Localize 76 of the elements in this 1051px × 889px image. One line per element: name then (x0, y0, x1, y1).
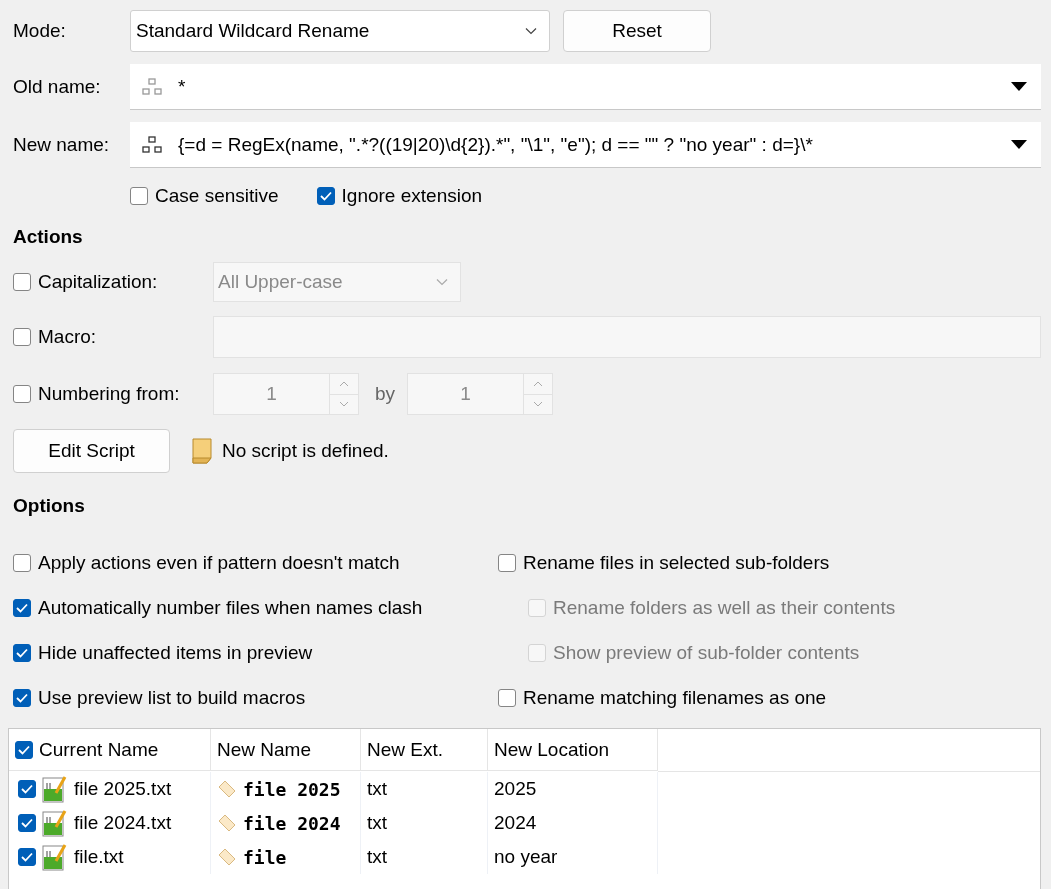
checkbox-label: Rename folders as well as their contents (553, 596, 896, 619)
checkbox-label: Macro: (38, 326, 97, 348)
checkmark-icon (16, 692, 28, 703)
checkbox-label: Rename matching filenames as one (523, 686, 827, 709)
edit-script-button[interactable]: Edit Script (13, 429, 170, 473)
checkmark-icon (16, 602, 28, 613)
table-cell: file 2025.txt (9, 772, 211, 806)
table-cell: txt (361, 806, 488, 840)
text-file-icon (42, 809, 68, 837)
table-cell: 2025 (488, 772, 658, 806)
field-label: Mode: (13, 20, 67, 42)
checkbox-label: Ignore extension (341, 185, 483, 207)
reset-button[interactable]: Reset (563, 10, 711, 52)
table-cell: file 2025 (211, 772, 361, 806)
checkbox[interactable] (18, 814, 36, 832)
column-header[interactable]: New Name (211, 729, 361, 771)
field-label: Old name: (13, 76, 102, 98)
table-cell: file 2024 (211, 806, 361, 840)
old-name-field[interactable]: * (130, 64, 1041, 110)
wildcard-icon (142, 135, 162, 154)
eraser-icon (217, 847, 237, 867)
checkbox-label: Capitalization: (38, 271, 158, 293)
note-icon (190, 438, 214, 464)
text-file-icon (42, 775, 68, 803)
new-name-field[interactable]: {=d = RegEx(name, ".*?((19|20)\d{2}).*", "\1", "e"); d == "" ? "no year" : d=}\* (130, 122, 1041, 168)
checkbox[interactable] (13, 598, 31, 617)
checkmark-icon (21, 784, 33, 794)
checkbox-label: Use preview list to build macros (38, 686, 306, 709)
column-header[interactable]: Current Name (9, 729, 211, 771)
checkbox-label: Numbering from: (38, 383, 180, 405)
checkbox[interactable] (13, 688, 31, 707)
checkbox[interactable] (498, 688, 516, 707)
checkmark-icon (21, 818, 33, 828)
eraser-icon (217, 813, 237, 833)
select-all-checkbox[interactable] (15, 740, 33, 759)
table-cell: 2024 (488, 806, 658, 840)
checkbox[interactable] (316, 187, 335, 205)
caret-down-icon[interactable] (1011, 140, 1027, 149)
checkbox[interactable] (13, 643, 31, 662)
chevron-down-icon (436, 278, 448, 286)
checkbox[interactable] (498, 553, 516, 572)
table-cell: txt (361, 772, 488, 806)
section-heading: Options (13, 495, 85, 517)
table-cell: file.txt (9, 840, 211, 874)
table-cell: txt (361, 840, 488, 874)
column-header[interactable]: New Location (488, 729, 658, 771)
spinner-value: 1 (265, 383, 278, 405)
mode-dropdown[interactable]: Standard Wildcard Rename (130, 10, 550, 52)
checkbox[interactable] (18, 848, 36, 866)
checkmark-icon (21, 852, 33, 862)
checkbox-label: Automatically number files when names clash (38, 596, 423, 619)
checkbox-label: Apply actions even if pattern doesn't match (38, 551, 400, 574)
spinner-value: 1 (459, 383, 472, 405)
checkbox-label: Rename files in selected sub-folders (523, 551, 830, 574)
text-file-icon (42, 843, 68, 871)
checkbox[interactable] (130, 187, 148, 205)
caret-down-icon[interactable] (1011, 82, 1027, 91)
chevron-down-icon (525, 27, 537, 35)
wildcard-icon (142, 77, 162, 96)
section-heading: Actions (13, 226, 83, 248)
table-cell: file 2024.txt (9, 806, 211, 840)
column-header[interactable]: New Ext. (361, 729, 488, 771)
checkbox-label: Hide unaffected items in preview (38, 641, 313, 664)
checkbox[interactable] (13, 553, 31, 572)
checkbox-label: Case sensitive (155, 185, 279, 207)
checkbox[interactable] (18, 780, 36, 798)
checkmark-icon (319, 191, 332, 201)
checkmark-icon (16, 647, 28, 658)
eraser-icon (217, 779, 237, 799)
table-cell: no year (488, 840, 658, 874)
checkmark-icon (18, 744, 30, 755)
field-label: New name: (13, 134, 111, 156)
checkbox-label: Show preview of sub-folder contents (553, 641, 860, 664)
script-status: No script is defined. (222, 440, 389, 462)
table-cell: file (211, 840, 361, 874)
by-label: by (375, 383, 396, 405)
